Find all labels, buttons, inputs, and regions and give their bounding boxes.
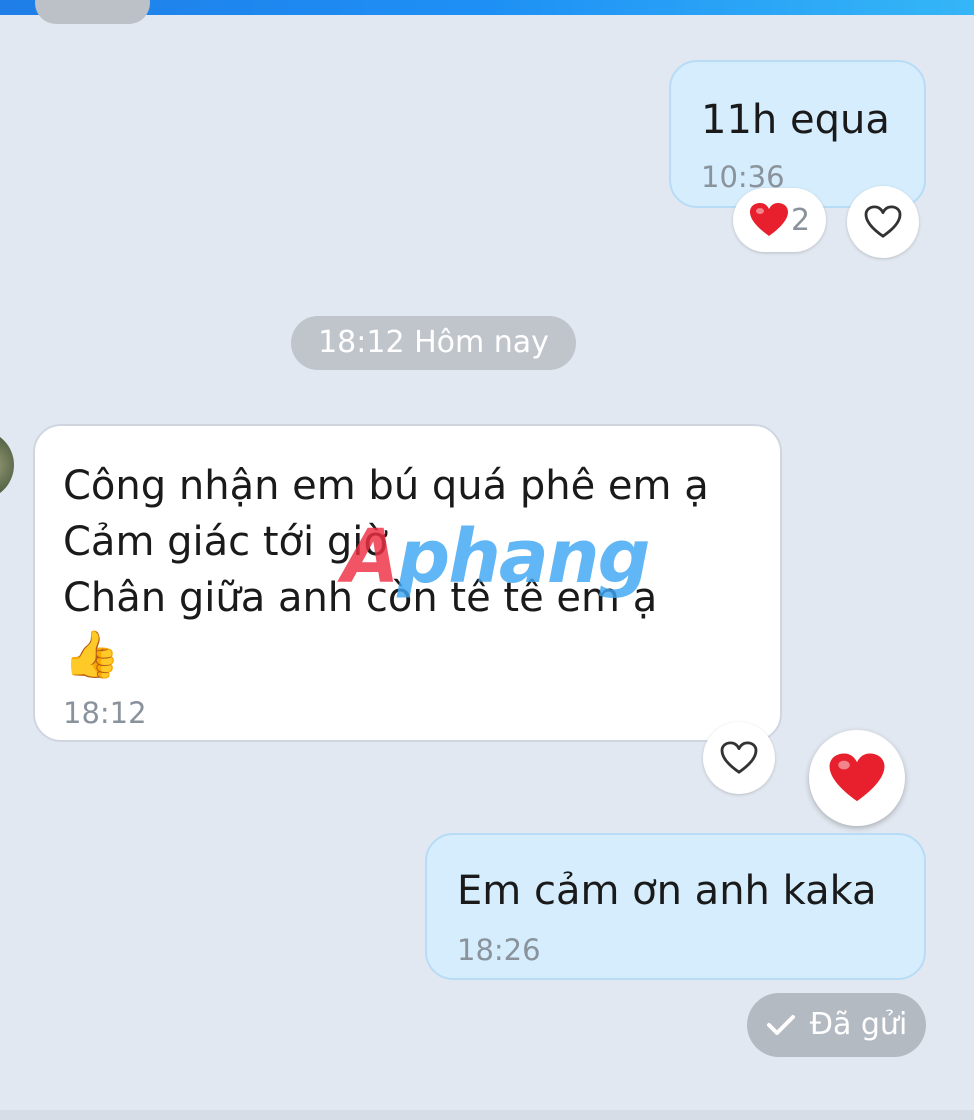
reaction-count-chip[interactable]: 2 [733,188,826,252]
red-heart-icon [749,203,788,236]
message-text-line: Chân giữa anh còn tê tê em ạ [63,575,658,621]
react-button[interactable] [703,722,775,794]
message-text: 11h equa [701,97,890,143]
timestamp-pill-cut-off [35,0,150,24]
message-time: 18:26 [457,933,541,967]
quick-heart-reaction-button[interactable] [809,730,905,826]
bottom-edge [0,1110,974,1120]
date-divider: 18:12 Hôm nay [291,316,576,370]
sent-status-badge: Đã gửi [747,993,926,1057]
thumbs-up-icon: 👍 [63,627,121,681]
reaction-count: 2 [790,202,811,238]
message-text-line: Công nhận em bú quá phê em ạ [63,463,709,509]
heart-outline-icon [864,205,902,238]
message-time: 18:12 [63,696,147,730]
red-heart-icon [829,753,885,802]
message-text-line: Cảm giác tới giờ [63,519,388,565]
heart-outline-icon [720,741,758,774]
message-bubble-outgoing[interactable]: Em cảm ơn anh kaka 18:26 [425,833,926,980]
message-bubble-incoming[interactable]: Công nhận em bú quá phê em ạ Cảm giác tớ… [33,424,782,742]
check-icon [766,1015,795,1035]
sent-status-label: Đã gửi [809,1007,908,1042]
avatar[interactable] [0,430,14,500]
react-button[interactable] [847,186,919,258]
message-text: Em cảm ơn anh kaka [457,868,877,914]
